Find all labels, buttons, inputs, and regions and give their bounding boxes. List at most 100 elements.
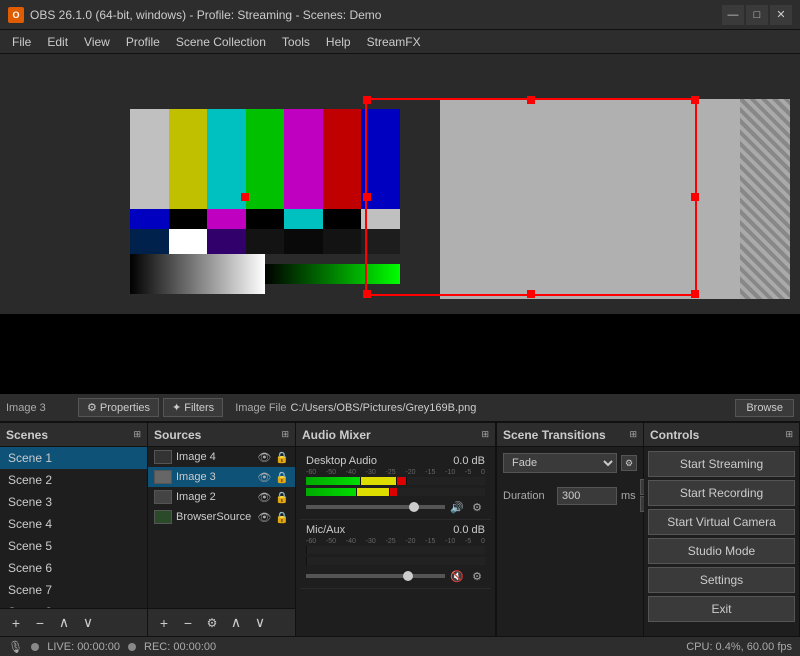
scenes-panel-title: Scenes bbox=[6, 428, 48, 442]
desktop-audio-volume-slider[interactable] bbox=[306, 505, 445, 509]
scene-transitions-panel: Scene Transitions ⊞ Fade ⚙ Duration ms ▲… bbox=[496, 423, 644, 636]
sources-panel-title: Sources bbox=[154, 428, 201, 442]
properties-button[interactable]: ⚙ Properties bbox=[78, 398, 159, 417]
transition-settings-button[interactable]: ⚙ bbox=[621, 455, 637, 471]
source-name: Image 3 bbox=[176, 471, 253, 483]
source-item[interactable]: Image 3 👁 🔒 bbox=[148, 467, 295, 487]
desktop-audio-mute-button[interactable]: 🔊 bbox=[449, 499, 465, 515]
sources-expand-button[interactable]: ⊞ bbox=[281, 429, 289, 440]
preview-canvas[interactable] bbox=[0, 54, 800, 394]
scene-item[interactable]: Scene 4 bbox=[0, 513, 147, 535]
source-item[interactable]: Image 4 👁 🔒 bbox=[148, 447, 295, 467]
audio-mixer-expand-button[interactable]: ⊞ bbox=[481, 429, 489, 440]
menu-item-edit[interactable]: Edit bbox=[39, 33, 76, 51]
desktop-audio-meter bbox=[306, 477, 485, 485]
duration-label: Duration bbox=[503, 490, 553, 502]
desktop-audio-db: 0.0 dB bbox=[453, 455, 485, 467]
source-visibility-icon[interactable]: 👁 bbox=[257, 451, 271, 464]
controls-panel: Controls ⊞ Start Streaming Start Recordi… bbox=[644, 423, 800, 636]
cpu-status: CPU: 0.4%, 60.00 fps bbox=[686, 641, 792, 653]
transitions-panel-title: Scene Transitions bbox=[503, 428, 606, 442]
menu-item-profile[interactable]: Profile bbox=[118, 33, 168, 51]
close-button[interactable]: ✕ bbox=[770, 5, 792, 25]
menu-item-scene-collection[interactable]: Scene Collection bbox=[168, 33, 274, 51]
scenes-expand-button[interactable]: ⊞ bbox=[133, 429, 141, 440]
mic-aux-label: Mic/Aux bbox=[306, 524, 345, 536]
settings-button[interactable]: Settings bbox=[648, 567, 795, 593]
meter-scale: -60-50-40-30-25-20-15-10-50 bbox=[306, 469, 485, 476]
mic-aux-meter-2 bbox=[306, 557, 485, 565]
desktop-audio-meter-2 bbox=[306, 488, 485, 496]
source-lock-icon[interactable]: 🔒 bbox=[275, 491, 289, 504]
mic-aux-meter bbox=[306, 546, 485, 554]
maximize-button[interactable]: □ bbox=[746, 5, 768, 25]
statusbar: 🎙 LIVE: 00:00:00 REC: 00:00:00 CPU: 0.4%… bbox=[0, 636, 800, 656]
source-visibility-icon[interactable]: 👁 bbox=[257, 491, 271, 504]
file-path-value: C:/Users/OBS/Pictures/Grey169B.png bbox=[291, 402, 732, 414]
scene-item[interactable]: Scene 6 bbox=[0, 557, 147, 579]
source-thumbnail bbox=[154, 450, 172, 464]
start-recording-button[interactable]: Start Recording bbox=[648, 480, 795, 506]
minimize-button[interactable]: — bbox=[722, 5, 744, 25]
source-item[interactable]: BrowserSource 👁 🔒 bbox=[148, 507, 295, 527]
source-item[interactable]: Image 2 👁 🔒 bbox=[148, 487, 295, 507]
scene-item[interactable]: Scene 7 bbox=[0, 579, 147, 601]
controls-expand-button[interactable]: ⊞ bbox=[785, 429, 793, 440]
sources-panel-header: Sources ⊞ bbox=[148, 423, 295, 447]
start-virtual-camera-button[interactable]: Start Virtual Camera bbox=[648, 509, 795, 535]
live-status: LIVE: 00:00:00 bbox=[47, 641, 120, 653]
mic-aux-channel: Mic/Aux 0.0 dB -60-50-40-30-25-20-15-10-… bbox=[300, 520, 491, 589]
start-streaming-button[interactable]: Start Streaming bbox=[648, 451, 795, 477]
mic-aux-settings-button[interactable]: ⚙ bbox=[469, 568, 485, 584]
mic-aux-controls: 🔇 ⚙ bbox=[306, 568, 485, 584]
mic-aux-volume-slider[interactable] bbox=[306, 574, 445, 578]
file-label: Image File bbox=[235, 402, 286, 414]
rec-status: REC: 00:00:00 bbox=[144, 641, 216, 653]
source-name: Image 4 bbox=[176, 451, 253, 463]
source-visibility-icon[interactable]: 👁 bbox=[257, 511, 271, 524]
desktop-audio-channel: Desktop Audio 0.0 dB -60-50-40-30-25-20-… bbox=[300, 451, 491, 520]
scenes-panel: Scenes ⊞ Scene 1 Scene 2 Scene 3 Scene 4… bbox=[0, 423, 148, 636]
studio-mode-button[interactable]: Studio Mode bbox=[648, 538, 795, 564]
source-visibility-icon[interactable]: 👁 bbox=[257, 471, 271, 484]
audio-mixer-panel: Audio Mixer ⊞ Desktop Audio 0.0 dB -60-5… bbox=[296, 423, 496, 636]
scene-item[interactable]: Scene 1 bbox=[0, 447, 147, 469]
transition-duration-row: Duration ms ▲ ▼ bbox=[503, 479, 637, 512]
menu-item-tools[interactable]: Tools bbox=[274, 33, 318, 51]
source-lock-icon[interactable]: 🔒 bbox=[275, 511, 289, 524]
exit-button[interactable]: Exit bbox=[648, 596, 795, 622]
source-lock-icon[interactable]: 🔒 bbox=[275, 471, 289, 484]
mic-aux-mute-button[interactable]: 🔇 bbox=[449, 568, 465, 584]
source-lock-icon[interactable]: 🔒 bbox=[275, 451, 289, 464]
menu-item-view[interactable]: View bbox=[76, 33, 118, 51]
scene-item[interactable]: Scene 2 bbox=[0, 469, 147, 491]
source-thumbnail bbox=[154, 470, 172, 484]
source-name: BrowserSource bbox=[176, 511, 253, 523]
filters-button[interactable]: ✦ Filters bbox=[163, 398, 223, 417]
scene-item[interactable]: Scene 8 bbox=[0, 601, 147, 608]
scenes-panel-header: Scenes ⊞ bbox=[0, 423, 147, 447]
sources-panel: Sources ⊞ Image 4 👁 🔒 Image 3 👁 🔒 Image … bbox=[148, 423, 296, 636]
source-thumbnail bbox=[154, 490, 172, 504]
live-indicator bbox=[31, 643, 39, 651]
menu-item-help[interactable]: Help bbox=[318, 33, 359, 51]
mic-aux-db: 0.0 dB bbox=[453, 524, 485, 536]
scene-item[interactable]: Scene 3 bbox=[0, 491, 147, 513]
menu-item-streamfx[interactable]: StreamFX bbox=[359, 33, 429, 51]
transitions-expand-button[interactable]: ⊞ bbox=[629, 429, 637, 440]
duration-unit: ms bbox=[621, 490, 636, 502]
browse-button[interactable]: Browse bbox=[735, 399, 794, 417]
sources-panel-footer: + − ⚙ ∧ ∨ bbox=[148, 608, 295, 636]
scene-item[interactable]: Scene 5 bbox=[0, 535, 147, 557]
desktop-audio-settings-button[interactable]: ⚙ bbox=[469, 499, 485, 515]
menu-item-file[interactable]: File bbox=[4, 33, 39, 51]
window-controls: — □ ✕ bbox=[722, 5, 792, 25]
scenes-list: Scene 1 Scene 2 Scene 3 Scene 4 Scene 5 … bbox=[0, 447, 147, 608]
mic-meter-scale: -60-50-40-30-25-20-15-10-50 bbox=[306, 538, 485, 545]
source-thumbnail bbox=[154, 510, 172, 524]
duration-input[interactable] bbox=[557, 487, 617, 505]
transition-type-select[interactable]: Fade bbox=[503, 453, 617, 473]
desktop-audio-controls: 🔊 ⚙ bbox=[306, 499, 485, 515]
mic-icon: 🎙 bbox=[8, 640, 23, 654]
audio-mixer-header: Audio Mixer ⊞ bbox=[296, 423, 495, 447]
